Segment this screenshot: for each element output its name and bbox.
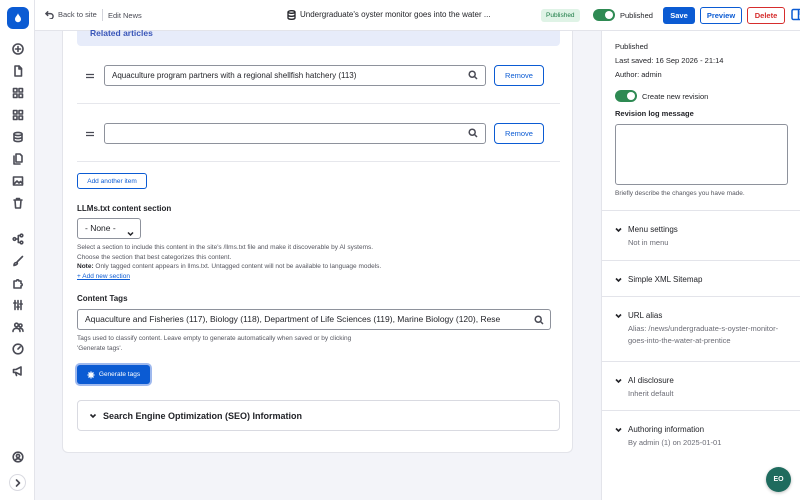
users-icon[interactable]	[9, 318, 26, 335]
add-another-item-button[interactable]: Add another item	[77, 173, 147, 189]
status-text: Published	[615, 42, 648, 51]
published-toggle[interactable]	[593, 9, 615, 21]
section-subtitle: Alias: /news/undergraduate-s-oyster-moni…	[628, 324, 779, 345]
llms-section-select[interactable]: - None -	[77, 218, 141, 239]
admin-toolbar	[0, 0, 35, 500]
chevron-down-icon	[615, 276, 622, 283]
assistant-fab-button[interactable]: EO	[766, 467, 791, 492]
save-button[interactable]: Save	[663, 7, 695, 24]
sparkle-icon	[87, 371, 95, 378]
ai-disclosure-section[interactable]: AI disclosure Inherit default	[602, 361, 800, 411]
chevron-down-icon	[615, 226, 622, 233]
chevron-right-icon[interactable]	[9, 474, 26, 491]
content-tags-label: Content Tags	[77, 294, 128, 303]
related-article-input[interactable]	[104, 123, 486, 144]
gauge-icon[interactable]	[9, 340, 26, 357]
content-tags-description: Tags used to classify content. Leave emp…	[77, 335, 352, 352]
authoring-information-section[interactable]: Authoring information By admin (1) on 20…	[602, 410, 800, 460]
page-title: Undergraduate's oyster monitor goes into…	[300, 10, 491, 19]
llms-description: Select a section to include this content…	[77, 244, 382, 282]
add-new-section-link[interactable]: + Add new section	[77, 272, 381, 282]
puzzle-icon[interactable]	[9, 274, 26, 291]
section-title: AI disclosure	[628, 376, 674, 385]
create-revision-label: Create new revision	[642, 92, 709, 101]
generate-tags-label: Generate tags	[98, 371, 141, 378]
section-title: Authoring information	[628, 425, 705, 434]
remove-button[interactable]: Remove	[494, 123, 544, 144]
document-icon	[287, 10, 296, 20]
blocks-icon[interactable]	[9, 106, 26, 123]
chevron-down-icon	[127, 225, 134, 237]
revision-log-help: Briefly describe the changes you have ma…	[615, 190, 745, 197]
chevron-down-icon	[615, 377, 622, 384]
back-to-site-link[interactable]: Back to site	[45, 10, 97, 19]
breadcrumb: Edit News	[108, 11, 142, 20]
create-revision-toggle[interactable]	[615, 90, 637, 102]
last-saved-text: Last saved: 16 Sep 2026 - 21:14	[615, 56, 724, 65]
note-label: Note:	[77, 263, 94, 270]
published-label: Published	[620, 11, 653, 20]
sidebar-toggle-icon[interactable]	[791, 8, 800, 22]
files-icon[interactable]	[9, 150, 26, 167]
meta-sidebar: Published Last saved: 16 Sep 2026 - 21:1…	[601, 31, 800, 500]
megaphone-icon[interactable]	[9, 362, 26, 379]
drag-handle-icon[interactable]	[85, 72, 95, 80]
preview-button[interactable]: Preview	[700, 7, 742, 24]
search-icon	[468, 70, 478, 80]
status-badge: Published	[541, 9, 580, 22]
assistant-fab-label: EO	[773, 476, 784, 483]
url-alias-section[interactable]: URL alias Alias: /news/undergraduate-s-o…	[602, 296, 800, 356]
section-title: URL alias	[628, 311, 663, 320]
breadcrumb-divider	[102, 9, 103, 21]
search-icon	[468, 128, 478, 138]
delete-button[interactable]: Delete	[747, 7, 785, 24]
back-arrow-icon	[45, 10, 54, 19]
menu-settings-section[interactable]: Menu settings Not in menu	[602, 210, 800, 260]
top-bar: Back to site Edit News Undergraduate's o…	[35, 0, 800, 31]
chevron-down-icon	[615, 312, 622, 319]
edit-form: Related articles Aquaculture program par…	[62, 28, 573, 453]
section-subtitle: Inherit default	[628, 389, 674, 398]
related-item-row: Remove	[77, 104, 560, 162]
revision-log-textarea[interactable]	[615, 124, 788, 185]
grid-icon[interactable]	[9, 84, 26, 101]
trash-icon[interactable]	[9, 194, 26, 211]
plus-circle-icon[interactable]	[9, 40, 26, 57]
user-circle-icon[interactable]	[9, 448, 26, 465]
brush-icon[interactable]	[9, 252, 26, 269]
section-subtitle: Not in menu	[628, 238, 669, 247]
xml-sitemap-section[interactable]: Simple XML Sitemap	[602, 260, 800, 296]
seo-details-toggle[interactable]: Search Engine Optimization (SEO) Informa…	[77, 400, 560, 431]
image-icon[interactable]	[9, 172, 26, 189]
author-text: Author: admin	[615, 70, 662, 79]
database-icon[interactable]	[9, 128, 26, 145]
drupal-logo-icon[interactable]	[7, 7, 29, 29]
related-articles-heading: Related articles	[90, 28, 153, 38]
file-icon[interactable]	[9, 62, 26, 79]
section-subtitle: By admin (1) on 2025-01-01	[628, 438, 722, 447]
related-item-row: Aquaculture program partners with a regi…	[77, 46, 560, 104]
related-article-input[interactable]: Aquaculture program partners with a regi…	[104, 65, 486, 86]
revision-log-label: Revision log message	[615, 109, 694, 118]
llms-section-value: - None -	[85, 223, 116, 233]
section-title: Menu settings	[628, 225, 678, 234]
structure-icon[interactable]	[9, 230, 26, 247]
section-title: Simple XML Sitemap	[628, 275, 703, 284]
chevron-down-icon	[89, 412, 97, 420]
llms-section-label: LLMs.txt content section	[77, 204, 172, 213]
search-icon	[534, 315, 544, 325]
related-articles-header: Related articles	[77, 28, 560, 46]
remove-button[interactable]: Remove	[494, 65, 544, 86]
generate-tags-button[interactable]: Generate tags	[77, 365, 150, 384]
back-label: Back to site	[58, 10, 97, 19]
seo-label: Search Engine Optimization (SEO) Informa…	[103, 411, 303, 421]
drag-handle-icon[interactable]	[85, 130, 95, 138]
chevron-down-icon	[615, 426, 622, 433]
content-tags-input[interactable]: Aquaculture and Fisheries (117), Biology…	[77, 309, 551, 330]
sliders-icon[interactable]	[9, 296, 26, 313]
